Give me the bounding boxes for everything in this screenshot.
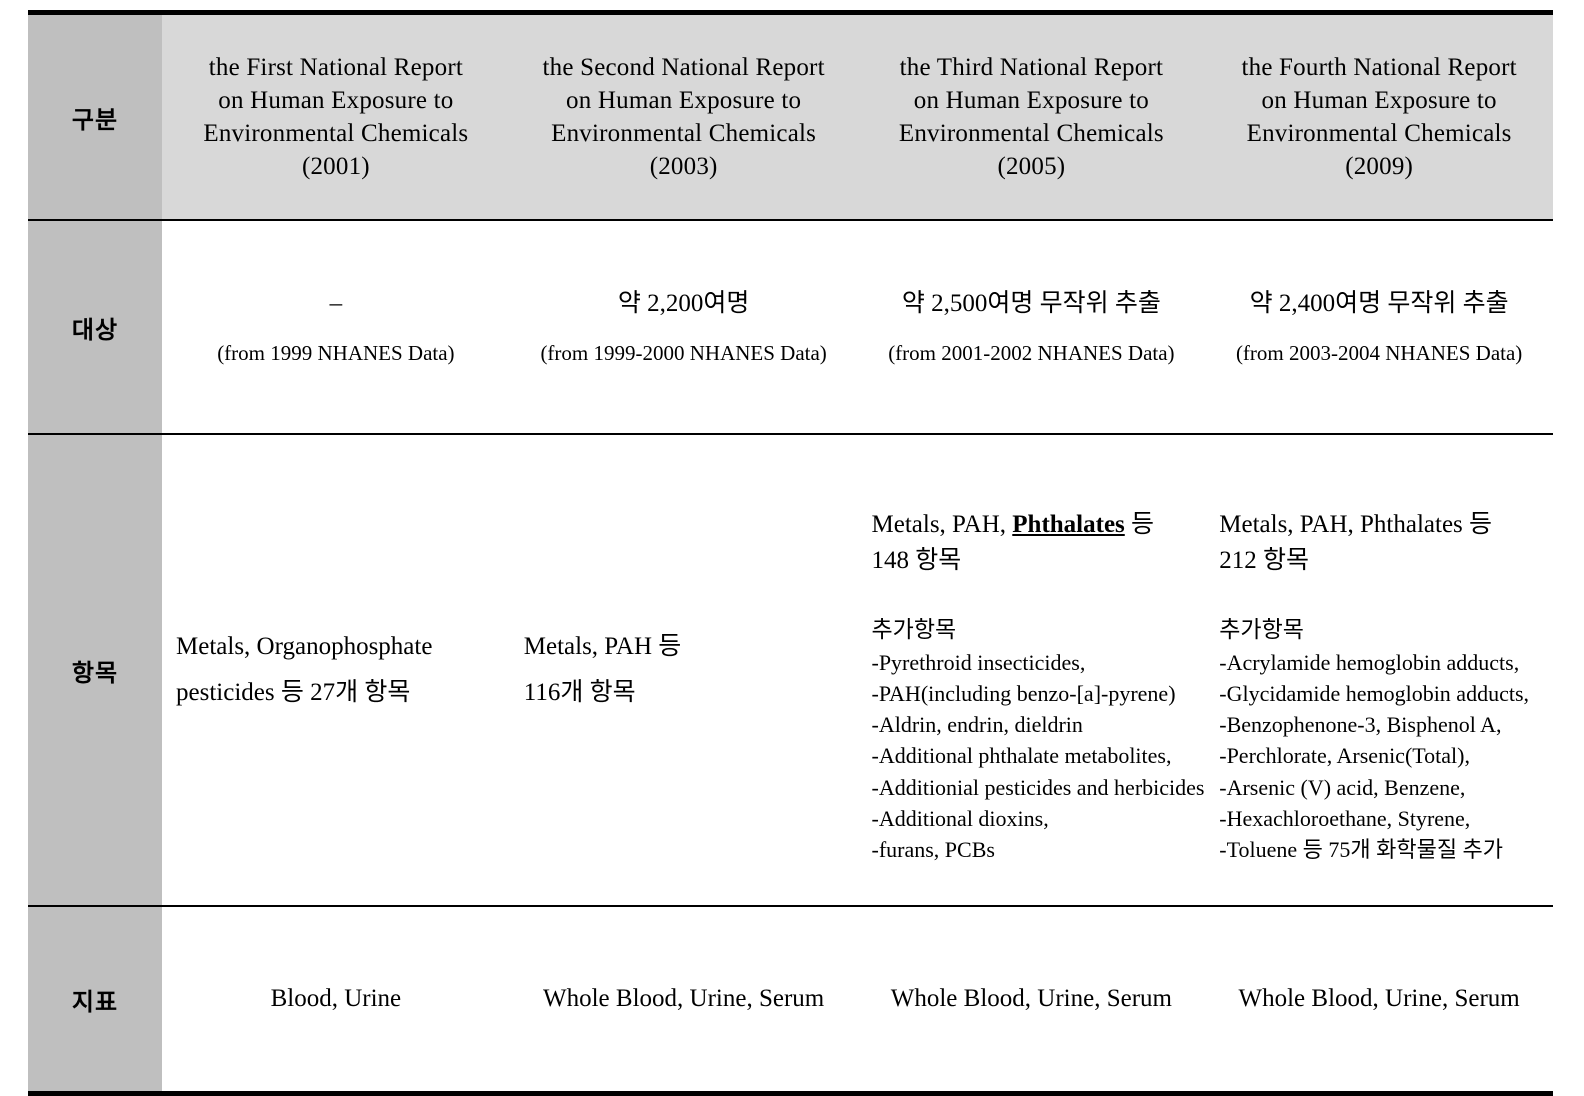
row-label-jipyo: 지표 [28, 906, 162, 1094]
table-header-row: 구분 the First National Report on Human Ex… [28, 12, 1553, 221]
list-item: -Benzophenone-3, Bisphenol A, [1219, 712, 1502, 738]
list-item: -Toluene 등 75개 화학물질 추가 [1219, 837, 1504, 863]
items-summary-highlight: Phthalates [1012, 511, 1125, 538]
items-content-report4: Metals, PAH, Phthalates 등 212 항목 추가항목 -A… [1205, 435, 1553, 865]
target-source: (from 2003-2004 NHANES Data) [1235, 340, 1523, 365]
target-main: 약 2,200여명 [617, 289, 750, 317]
items-cell-report2: Metals, PAH 등 116개 항목 [509, 434, 858, 907]
items-summary-line2: 212 항목 [1219, 546, 1310, 574]
list-item: -Hexachloroethane, Styrene, [1219, 805, 1471, 831]
target-source: (from 2001-2002 NHANES Data) [888, 340, 1175, 365]
items-summary-line1: Metals, PAH, Phthalates 등 [872, 507, 1192, 543]
header-cell-report3: the Third National Report on Human Expos… [857, 12, 1206, 221]
target-source: (from 1999-2000 NHANES Data) [540, 340, 827, 365]
target-main: – [329, 289, 343, 317]
target-content-report1: – (from 1999 NHANES Data) [162, 286, 510, 369]
table-row-items: 항목 Metals, Organophosphate pesticides 등 … [28, 434, 1553, 907]
index-cell-report4: Whole Blood, Urine, Serum [1238, 985, 1520, 1012]
row-label-daesang: 대상 [28, 220, 162, 435]
target-cell-report3: 약 2,500여명 무작위 추출 (from 2001-2002 NHANES … [857, 220, 1206, 435]
table-row-target: 대상 – (from 1999 NHANES Data) 약 2,200여명 (… [28, 220, 1553, 435]
items-summary-line2: 116개 항목 [523, 679, 636, 706]
header-line3: Environmental Chemicals [203, 120, 469, 147]
items-summary-line1: Metals, PAH 등 [523, 632, 682, 660]
target-main: 약 2,400여명 무작위 추출 [1249, 289, 1509, 317]
header-line1: the Second National Report [542, 53, 825, 81]
header-line2: on Human Exposure to [913, 86, 1149, 114]
list-item: -furans, PCBs [871, 837, 995, 863]
items-content-report3: Metals, PAH, Phthalates 등 148 항목 추가항목 -P… [858, 435, 1206, 865]
target-cell-report4: 약 2,400여명 무작위 추출 (from 2003-2004 NHANES … [1205, 220, 1553, 435]
items-additional-heading: 추가항목 [871, 617, 957, 642]
header-year: (2009) [1345, 153, 1414, 181]
header-cell-report1: the First National Report on Human Expos… [162, 12, 510, 221]
header-title-report4: the Fourth National Report on Human Expo… [1205, 51, 1553, 184]
items-summary-post: Phthalates 등 [1360, 511, 1493, 538]
header-line2: on Human Exposure to [218, 86, 454, 114]
items-additional-list-report3: -Pyrethroid insecticides, -PAH(including… [871, 647, 1205, 866]
target-content-report4: 약 2,400여명 무작위 추출 (from 2003-2004 NHANES … [1205, 286, 1553, 369]
list-item: -Glycidamide hemoglobin adducts, [1219, 680, 1530, 706]
header-line3: Environmental Chemicals [551, 120, 817, 147]
items-cell-report1: Metals, Organophosphate pesticides 등 27개… [162, 434, 510, 907]
target-cell-report1: – (from 1999 NHANES Data) [162, 220, 510, 435]
target-source: (from 1999 NHANES Data) [217, 340, 455, 365]
comparison-table-container: 구분 the First National Report on Human Ex… [28, 10, 1553, 1096]
header-line1: the First National Report [208, 53, 464, 81]
header-line1: the Third National Report [899, 53, 1164, 81]
items-summary-pre: Metals, PAH, [1219, 511, 1361, 538]
index-cell-report3: Whole Blood, Urine, Serum [890, 985, 1172, 1012]
list-item: -Additionial pesticides and herbicides [871, 774, 1205, 800]
items-summary-post: 등 [1124, 511, 1155, 538]
items-summary-pre: Metals, PAH, [871, 511, 1013, 538]
list-item: -Additional dioxins, [871, 805, 1049, 831]
items-cell-report4: Metals, PAH, Phthalates 등 212 항목 추가항목 -A… [1205, 434, 1553, 907]
target-main: 약 2,500여명 무작위 추출 [901, 289, 1161, 317]
header-line2: on Human Exposure to [566, 86, 802, 114]
items-summary-line2: pesticides 등 27개 항목 [176, 679, 411, 706]
header-year: (2003) [649, 153, 718, 181]
header-year: (2005) [997, 153, 1066, 181]
header-line2: on Human Exposure to [1261, 86, 1497, 114]
list-item: -Aldrin, endrin, dieldrin [871, 712, 1083, 738]
index-cell-report2: Whole Blood, Urine, Serum [543, 985, 825, 1012]
list-item: -Additional phthalate metabolites, [871, 743, 1172, 769]
national-report-comparison-table: 구분 the First National Report on Human Ex… [28, 10, 1553, 1096]
items-summary-line2: 148 항목 [871, 546, 962, 574]
index-cell-report1: Blood, Urine [270, 985, 402, 1012]
row-label-gubun: 구분 [28, 12, 162, 221]
list-item: -PAH(including benzo-[a]-pyrene) [871, 680, 1176, 706]
list-item: -Acrylamide hemoglobin adducts, [1219, 649, 1520, 675]
header-title-report3: the Third National Report on Human Expos… [858, 51, 1206, 184]
table-row-index: 지표 Blood, Urine Whole Blood, Urine, Seru… [28, 906, 1553, 1094]
row-label-hangmok: 항목 [28, 434, 162, 907]
target-content-report2: 약 2,200여명 (from 1999-2000 NHANES Data) [510, 286, 858, 369]
header-cell-report2: the Second National Report on Human Expo… [509, 12, 858, 221]
header-line3: Environmental Chemicals [1246, 120, 1512, 147]
items-content-report1: Metals, Organophosphate pesticides 등 27개… [162, 624, 510, 717]
list-item: -Perchlorate, Arsenic(Total), [1219, 743, 1470, 769]
items-summary-line1: Metals, Organophosphate [176, 632, 433, 660]
list-item: -Pyrethroid insecticides, [871, 649, 1086, 675]
target-content-report3: 약 2,500여명 무작위 추출 (from 2001-2002 NHANES … [858, 286, 1206, 369]
header-line3: Environmental Chemicals [898, 120, 1164, 147]
items-content-report2: Metals, PAH 등 116개 항목 [510, 624, 858, 717]
header-line1: the Fourth National Report [1241, 53, 1517, 81]
items-spacer [1219, 578, 1539, 614]
items-summary-line1: Metals, PAH, Phthalates 등 [1219, 507, 1539, 543]
header-title-report2: the Second National Report on Human Expo… [510, 51, 858, 184]
items-cell-report3: Metals, PAH, Phthalates 등 148 항목 추가항목 -P… [857, 434, 1206, 907]
target-cell-report2: 약 2,200여명 (from 1999-2000 NHANES Data) [509, 220, 858, 435]
header-year: (2001) [301, 153, 370, 181]
header-cell-report4: the Fourth National Report on Human Expo… [1205, 12, 1553, 221]
items-spacer [872, 578, 1192, 614]
list-item: -Arsenic (V) acid, Benzene, [1219, 774, 1466, 800]
items-additional-list-report4: -Acrylamide hemoglobin adducts, -Glycida… [1219, 647, 1539, 866]
items-additional-heading: 추가항목 [1219, 617, 1304, 642]
header-title-report1: the First National Report on Human Expos… [162, 51, 510, 184]
